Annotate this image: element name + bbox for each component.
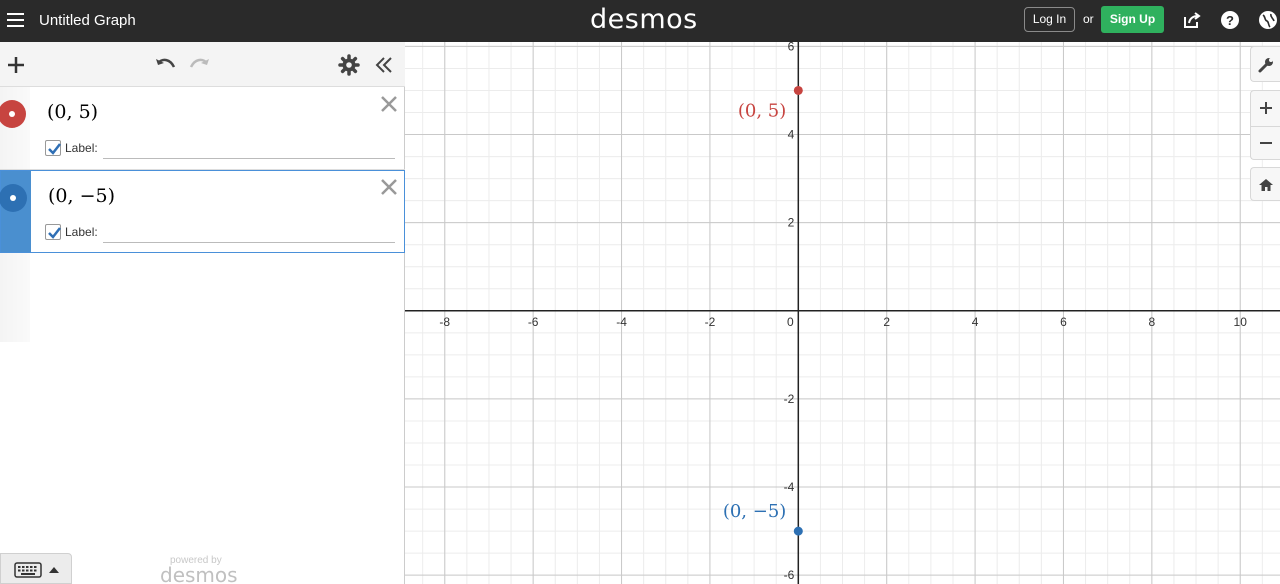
x-tick-label: 10 [1234,315,1248,329]
y-tick-label: 2 [788,216,795,230]
x-tick-label: 2 [883,315,890,329]
graph-settings-button[interactable] [1250,46,1280,82]
caret-up-icon [49,567,59,573]
expression-panel: (0, 5) Label: (0, −5) Label: powered by … [0,42,405,584]
collapse-icon[interactable] [372,53,396,77]
zoom-controls [1250,90,1280,160]
signup-button[interactable]: Sign Up [1101,6,1164,33]
redo-icon[interactable] [188,53,212,77]
label-checkbox[interactable] [45,224,61,240]
point-label: (0, 5) [738,100,786,121]
expression-math[interactable]: (0, −5) [48,185,115,207]
close-icon[interactable] [377,92,401,116]
y-tick-label: 6 [788,42,795,53]
graph-canvas[interactable]: -8 -6 -4 -2 0 2 4 6 8 10 6 4 2 -2 -4 -6 (0, 5) (0, −5) [405,42,1280,584]
label-text: Label: [65,225,98,239]
x-tick-label: -8 [439,315,450,329]
svg-text:?: ? [1226,13,1234,28]
point-label: (0, −5) [723,501,786,522]
powered-by-logo: desmos [160,563,238,584]
default-viewport-button[interactable] [1250,167,1280,201]
x-tick-label: -2 [705,315,716,329]
label-input[interactable] [103,242,395,243]
add-icon[interactable] [4,53,28,77]
x-tick-label: -6 [528,315,539,329]
menu-icon[interactable] [6,10,26,30]
y-tick-label: 4 [788,128,795,142]
keyboard-toggle-button[interactable] [0,553,72,584]
x-tick-label: 0 [787,315,794,329]
label-checkbox[interactable] [45,140,61,156]
label-input[interactable] [103,158,395,159]
globe-icon[interactable] [1258,10,1278,30]
label-text: Label: [65,141,98,155]
point-color-icon[interactable] [0,184,27,212]
close-icon[interactable] [377,175,401,199]
wrench-icon [1258,58,1273,73]
graph-title[interactable]: Untitled Graph [39,12,136,29]
help-icon[interactable]: ? [1220,10,1240,30]
share-icon[interactable] [1182,10,1202,30]
data-point [793,526,803,536]
login-button[interactable]: Log In [1024,7,1075,32]
zoom-out-icon[interactable] [1258,135,1274,151]
graph-paper[interactable]: -8 -6 -4 -2 0 2 4 6 8 10 6 4 2 -2 -4 -6 (0, 5) (0, −5) [405,42,1280,584]
x-tick-label: 8 [1148,315,1155,329]
or-text: or [1083,12,1094,26]
expression-toolbar [0,42,405,87]
y-tick-label: -2 [784,392,795,406]
keyboard-icon [14,562,42,578]
expression-item[interactable]: (0, −5) Label: [0,170,405,253]
check-icon [48,143,61,155]
x-tick-label: 6 [1060,315,1067,329]
check-icon [48,227,61,239]
desmos-app: Untitled Graph desmos Log In or Sign Up … [0,0,1280,584]
expression-gutter-cell [0,87,30,169]
gear-icon[interactable] [337,53,361,77]
top-bar: Untitled Graph desmos Log In or Sign Up … [0,0,1280,42]
zoom-in-icon[interactable] [1258,100,1274,116]
expression-math[interactable]: (0, 5) [47,101,98,123]
y-tick-label: -6 [784,568,795,582]
data-point [793,85,803,95]
home-icon [1259,179,1273,191]
desmos-logo: desmos [590,4,698,35]
x-tick-label: 4 [972,315,979,329]
expression-item[interactable]: (0, 5) Label: [0,87,405,170]
undo-icon[interactable] [153,53,177,77]
x-tick-label: -4 [616,315,627,329]
y-tick-label: -4 [784,480,795,494]
